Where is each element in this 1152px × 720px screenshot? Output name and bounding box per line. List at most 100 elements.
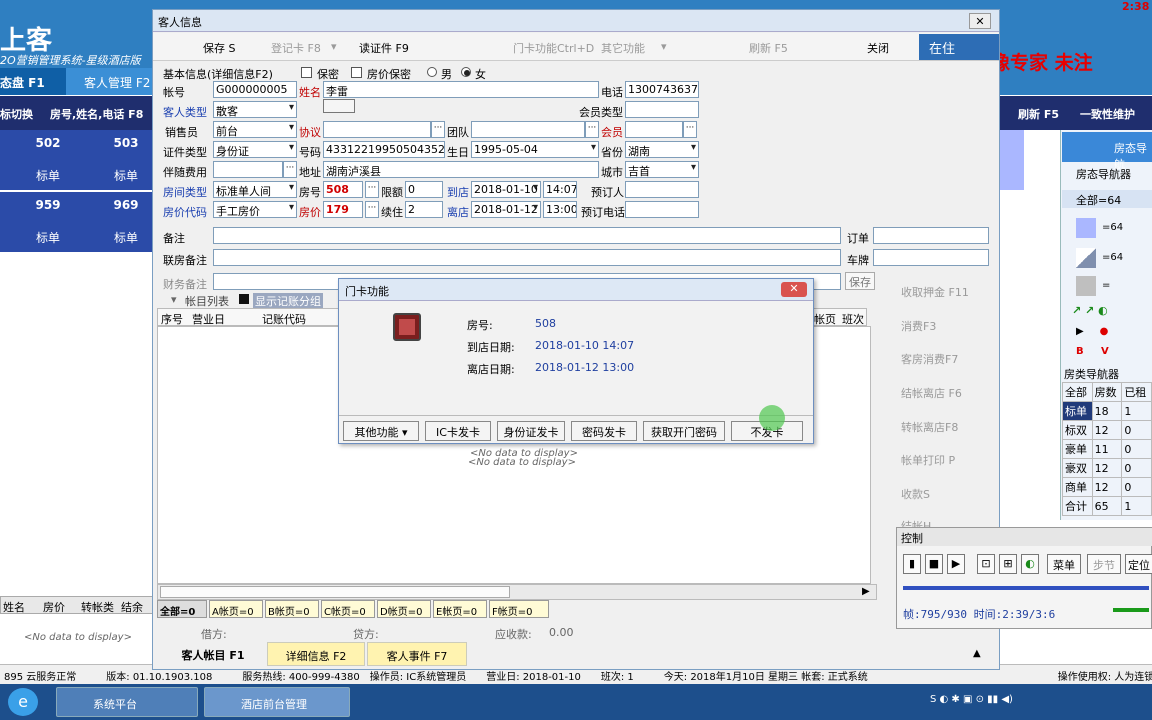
summary-all[interactable]: 全部=0: [157, 600, 207, 618]
fullscreen-icon[interactable]: ⊞: [999, 554, 1017, 574]
table-row[interactable]: 豪单 11 0: [1062, 439, 1152, 459]
price-lookup-button[interactable]: ···: [365, 201, 379, 218]
refresh-button[interactable]: 刷新 F5: [1018, 106, 1059, 122]
settings-icon[interactable]: ◐: [1021, 554, 1039, 574]
id-type-select[interactable]: 身份证: [213, 141, 297, 158]
column-header[interactable]: 营业日: [192, 311, 225, 327]
fit-icon[interactable]: ⊡: [977, 554, 995, 574]
taskbar-item-frontdesk[interactable]: 酒店前台管理: [204, 687, 350, 717]
guest-type-select[interactable]: 散客: [213, 101, 297, 118]
account-field[interactable]: G000000005: [213, 81, 297, 98]
scroll-thumb[interactable]: [160, 586, 510, 598]
table-row[interactable]: 商单 12 0: [1062, 477, 1152, 497]
volume-slider[interactable]: [1113, 608, 1149, 612]
room-tile-502[interactable]: 502 标单: [0, 130, 96, 190]
step-button[interactable]: 步节: [1087, 554, 1121, 574]
address-field[interactable]: 湖南泸溪县: [323, 161, 599, 178]
save-button[interactable]: 保存 S: [203, 40, 235, 56]
agreement-lookup-button[interactable]: ···: [431, 121, 445, 138]
arrow-icons[interactable]: ↗ ↗ ◐: [1072, 304, 1108, 317]
legend-dirty[interactable]: =64: [1062, 246, 1152, 270]
column-header[interactable]: 结余: [121, 599, 143, 615]
agreement-field[interactable]: [323, 121, 431, 138]
secret-checkbox[interactable]: [301, 67, 312, 78]
female-radio[interactable]: [461, 67, 471, 77]
phone-field[interactable]: 13007436378: [625, 81, 699, 98]
tab-detail-info[interactable]: 详细信息 F2: [267, 642, 365, 666]
column-header[interactable]: 房价: [43, 599, 65, 615]
column-header[interactable]: 记账代码: [262, 311, 306, 327]
order-field[interactable]: [873, 227, 989, 244]
member-lookup-button[interactable]: ···: [683, 121, 697, 138]
booker-field[interactable]: [625, 181, 699, 198]
switch-label[interactable]: 标切换: [0, 106, 33, 122]
id-card-button[interactable]: 身份证发卡: [497, 421, 565, 441]
search-by-room-label[interactable]: 房号,姓名,电话 F8: [50, 106, 143, 122]
print-bill-button[interactable]: 帐单打印 P: [901, 452, 955, 468]
ie-icon[interactable]: e: [8, 688, 38, 716]
next-icon[interactable]: ▶: [947, 554, 965, 574]
door-card-button[interactable]: 门卡功能Ctrl+D: [513, 40, 594, 56]
city-select[interactable]: 吉首: [625, 161, 699, 178]
register-card-button[interactable]: 登记卡 F8: [271, 40, 321, 56]
consume-button[interactable]: 消费F3: [901, 318, 936, 334]
remark-field[interactable]: [213, 227, 841, 244]
read-id-button[interactable]: 读证件 F9: [359, 40, 409, 56]
chevron-down-icon[interactable]: ▾: [661, 40, 667, 53]
room-nav-title[interactable]: 房态导航: [1062, 132, 1152, 171]
joint-remark-field[interactable]: [213, 249, 841, 266]
birthday-field[interactable]: 1995-05-04: [471, 141, 599, 158]
playback-track[interactable]: [903, 586, 1149, 590]
checkout-button[interactable]: 结帐离店 F6: [901, 385, 962, 401]
pause-icon[interactable]: ▮: [903, 554, 921, 574]
column-header[interactable]: 转帐类: [81, 599, 114, 615]
member-type-field[interactable]: [625, 101, 699, 118]
horizontal-scrollbar[interactable]: ▶: [157, 584, 877, 600]
finance-save-button[interactable]: 保存: [845, 272, 875, 290]
close-icon[interactable]: ✕: [781, 282, 807, 297]
summary-page-a[interactable]: A帐页=0: [209, 600, 263, 618]
chevron-down-icon[interactable]: ▾: [331, 40, 337, 53]
room-number-field[interactable]: 508: [323, 181, 363, 198]
extend-field[interactable]: 2: [405, 201, 443, 218]
price-code-select[interactable]: 手工房价: [213, 201, 297, 218]
team-lookup-button[interactable]: ···: [585, 121, 599, 138]
tab-room-state[interactable]: 态盘 F1: [0, 68, 66, 95]
password-card-button[interactable]: 密码发卡: [571, 421, 637, 441]
legend-other[interactable]: =: [1062, 274, 1152, 298]
summary-page-b[interactable]: B帐页=0: [265, 600, 319, 618]
depart-time-field[interactable]: 13:00: [543, 201, 577, 218]
collapse-up-icon[interactable]: ▲: [973, 648, 981, 659]
column-header[interactable]: 全部: [1062, 382, 1093, 402]
get-door-password-button[interactable]: 获取开门密码: [643, 421, 725, 441]
table-row[interactable]: 标单 18 1: [1062, 401, 1152, 421]
team-field[interactable]: [471, 121, 585, 138]
room-tile-969[interactable]: 969 标单: [96, 192, 156, 252]
refresh-button[interactable]: 刷新 F5: [749, 40, 788, 56]
arrive-date-field[interactable]: 2018-01-10: [471, 181, 541, 198]
other-functions-button[interactable]: 其他功能 ▾: [343, 421, 419, 441]
collapse-icon[interactable]: ▾: [171, 293, 177, 306]
column-header[interactable]: 姓名: [3, 599, 25, 615]
taskbar-item-platform[interactable]: 系统平台: [56, 687, 198, 717]
name-field[interactable]: 李雷: [323, 81, 599, 98]
stop-icon[interactable]: ■: [925, 554, 943, 574]
table-row[interactable]: 合计 65 1: [1062, 496, 1152, 516]
consistency-button[interactable]: 一致性维护: [1080, 106, 1135, 122]
legend-vacant[interactable]: =64: [1062, 216, 1152, 240]
close-icon[interactable]: ✕: [969, 13, 991, 29]
limit-field[interactable]: 0: [405, 181, 443, 198]
room-tile-959[interactable]: 959 标单: [0, 192, 96, 252]
play-icon[interactable]: ▶ ●: [1076, 326, 1108, 337]
transfer-checkout-button[interactable]: 转帐离店F8: [901, 419, 958, 435]
tray-icons[interactable]: S ◐ ✱ ▣ ⊙ ▮▮ ◀): [930, 694, 1013, 705]
room-consume-button[interactable]: 客房消费F7: [901, 351, 958, 367]
collect-deposit-button[interactable]: 收取押金 F11: [901, 284, 969, 300]
table-row[interactable]: 标双 12 0: [1062, 420, 1152, 440]
name-lookup-button[interactable]: [323, 99, 355, 113]
tab-guest-account[interactable]: 客人帐目 F1: [163, 642, 263, 666]
id-number-field[interactable]: 433122199505043522: [323, 141, 445, 158]
summary-page-e[interactable]: E帐页=0: [433, 600, 487, 618]
arrive-time-field[interactable]: 14:07: [543, 181, 577, 198]
companion-fee-lookup[interactable]: ···: [283, 161, 297, 178]
